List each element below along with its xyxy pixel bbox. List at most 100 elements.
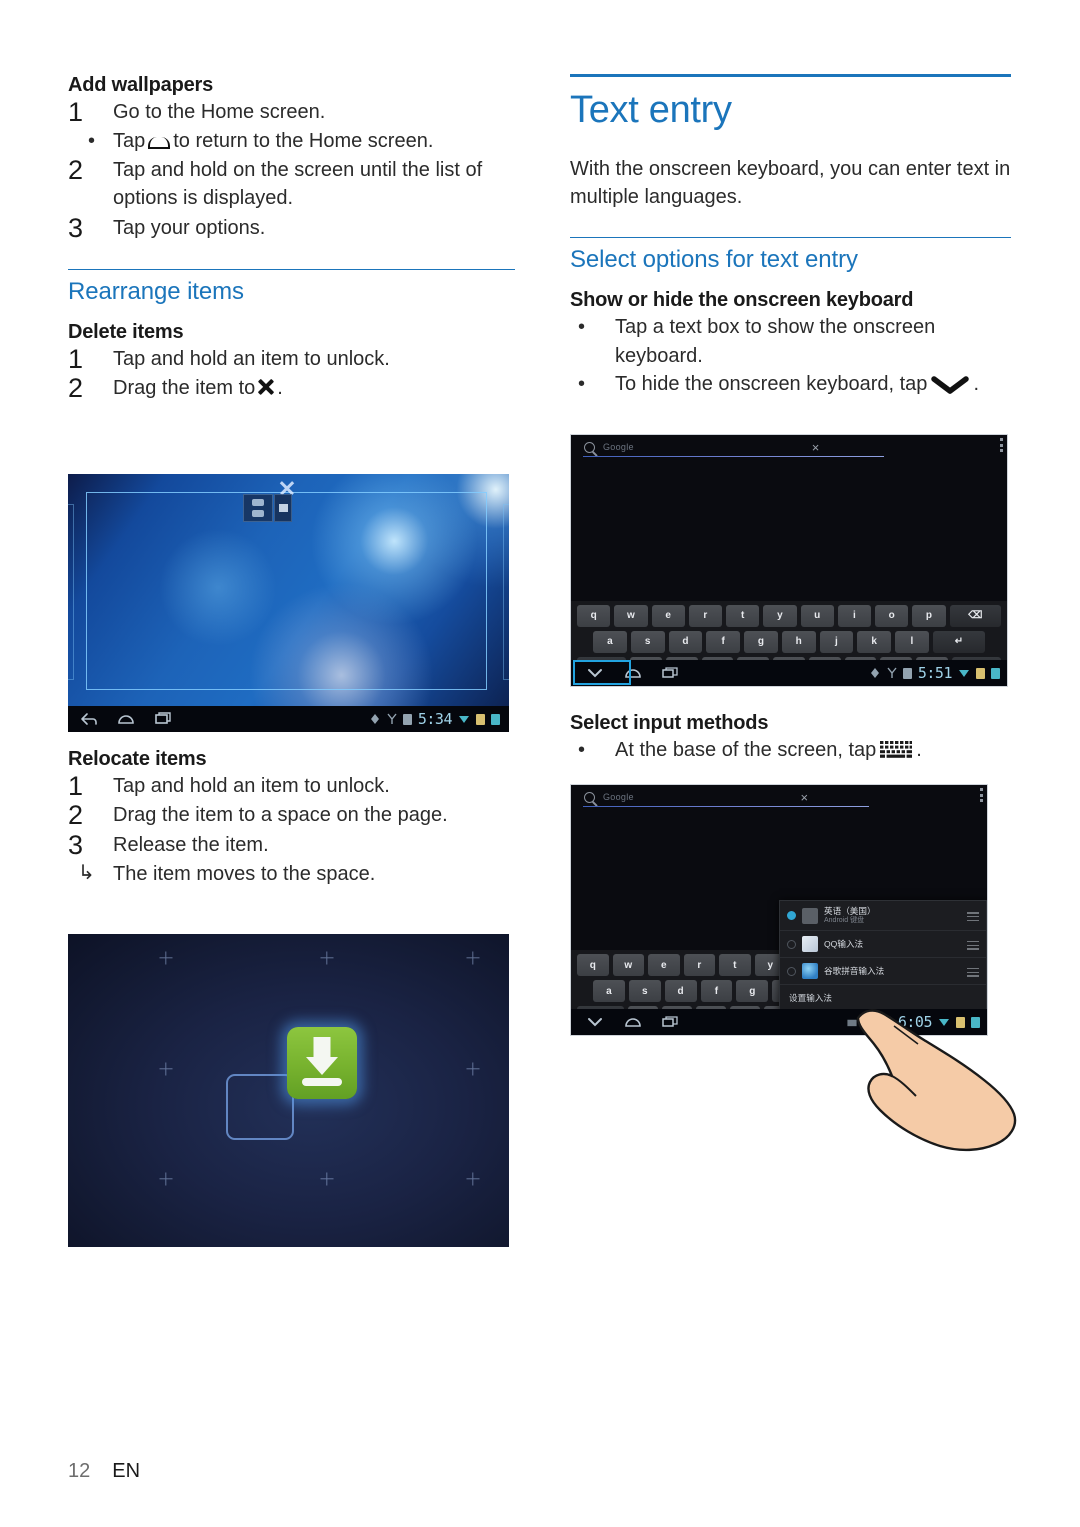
radio-selected-icon[interactable]	[787, 911, 796, 921]
overflow-menu-icon[interactable]	[980, 788, 983, 802]
grid-plus-icon	[466, 1062, 479, 1075]
sdcard-icon	[402, 713, 412, 725]
hide-keyboard-chevron-icon[interactable]	[585, 1016, 605, 1028]
key[interactable]: s	[628, 980, 661, 1002]
navbar-icons	[571, 1016, 679, 1028]
key[interactable]: r	[683, 954, 716, 976]
sub-bullet-suffix: to return to the Home screen.	[173, 130, 434, 153]
input-method-option[interactable]: QQ输入法	[780, 931, 986, 959]
step-item: 3 Release the item.	[68, 830, 515, 860]
show-hide-heading: Show or hide the onscreen keyboard	[570, 289, 914, 312]
key[interactable]: o	[875, 604, 909, 627]
key[interactable]: q	[577, 954, 609, 976]
step-item: 1 Tap and hold an item to unlock.	[68, 344, 515, 374]
home-icon[interactable]	[117, 712, 135, 726]
key[interactable]: d	[668, 630, 703, 653]
back-icon[interactable]	[80, 712, 98, 726]
qq-input-icon	[802, 936, 818, 953]
page-edge-right	[503, 504, 509, 680]
key[interactable]: e	[651, 604, 685, 627]
step-item: 1 Go to the Home screen.	[68, 97, 515, 127]
grid-plus-icon	[466, 1172, 479, 1185]
home-icon[interactable]	[624, 1016, 642, 1028]
key[interactable]: g	[744, 630, 778, 653]
key[interactable]: a	[593, 630, 627, 653]
key[interactable]: t	[719, 954, 751, 976]
input-method-option[interactable]: 英语（美国） Android 键盘	[780, 901, 986, 932]
key[interactable]: w	[614, 604, 648, 627]
settings-sliders-icon[interactable]	[967, 910, 979, 922]
radio-icon[interactable]	[787, 966, 796, 976]
key[interactable]: p	[912, 604, 946, 627]
key[interactable]: f	[706, 630, 740, 653]
key[interactable]: f	[700, 980, 733, 1002]
onscreen-keyboard[interactable]: q w e r t y u i o p ⌫ a s d f g h j k	[571, 600, 1007, 686]
arrow-base	[302, 1078, 342, 1086]
grid-plus-icon	[320, 951, 333, 964]
recents-icon[interactable]	[661, 1016, 679, 1028]
recents-icon[interactable]	[661, 667, 679, 679]
step-item: 3 Tap your options.	[68, 213, 515, 243]
step-item: 2 Drag the item to.	[68, 373, 515, 403]
bullet-text: To hide the onscreen keyboard, tap	[615, 373, 928, 396]
keyboard-row: q w e r t y u i o p ⌫	[577, 604, 1002, 627]
chapter-intro: With the onscreen keyboard, you can ente…	[570, 157, 1011, 209]
key[interactable]: h	[781, 630, 816, 653]
manual-page: Add wallpapers 1 Go to the Home screen. …	[0, 0, 1080, 1527]
key[interactable]: y	[763, 604, 797, 627]
backspace-key[interactable]: ⌫	[949, 604, 1002, 627]
option-label: 英语（美国）	[824, 906, 876, 916]
key[interactable]: r	[688, 604, 722, 627]
key[interactable]: i	[837, 604, 871, 627]
sub-bullet-prefix: Tap	[113, 130, 146, 153]
right-column: Text entry With the onscreen keyboard, y…	[570, 74, 1011, 398]
key[interactable]: u	[800, 604, 834, 627]
clear-icon[interactable]: ×	[812, 441, 823, 454]
key[interactable]: s	[630, 630, 665, 653]
key[interactable]: d	[664, 980, 697, 1002]
key[interactable]: a	[593, 980, 625, 1002]
step-number: 2	[68, 154, 84, 185]
delete-items-heading: Delete items	[68, 320, 184, 343]
recents-icon[interactable]	[154, 712, 172, 726]
step-number: 2	[68, 373, 84, 404]
add-wallpapers-sub-bullet: • Tap to return to the Home screen.	[68, 127, 515, 155]
input-method-popup[interactable]: 英语（美国） Android 键盘 QQ输入法 谷歌拼音输入法 设置输入法	[779, 900, 987, 1021]
page-footer: 12 EN	[68, 1460, 140, 1483]
arrow-head	[306, 1057, 338, 1075]
key[interactable]: e	[648, 954, 680, 976]
left-column-lower: Relocate items 1 Tap and hold an item to…	[68, 748, 515, 889]
relocate-items-steps: 1 Tap and hold an item to unlock. 2 Drag…	[68, 771, 515, 889]
page-language: EN	[112, 1460, 141, 1482]
step-number: 1	[68, 97, 84, 127]
settings-sliders-icon[interactable]	[967, 938, 979, 950]
hand-tap-illustration	[856, 1009, 1017, 1152]
page-number: 12	[68, 1460, 91, 1482]
google-search-bar[interactable]: Google ×	[581, 790, 973, 808]
enter-key[interactable]: ↵	[932, 630, 986, 653]
google-search-bar[interactable]: Google ×	[581, 440, 993, 458]
divider-chapter	[570, 74, 1011, 77]
key[interactable]: q	[577, 604, 611, 627]
key[interactable]: l	[895, 630, 929, 653]
keyboard-icon	[880, 741, 913, 758]
input-method-option[interactable]: 谷歌拼音输入法	[780, 958, 986, 986]
radio-icon[interactable]	[787, 939, 796, 949]
bullet-dot: •	[578, 316, 586, 339]
clear-icon[interactable]: ×	[801, 791, 812, 804]
key[interactable]: g	[736, 980, 769, 1002]
wifi-icon	[959, 670, 969, 677]
key[interactable]: w	[612, 954, 645, 976]
android-navbar: 5:51	[571, 660, 1007, 686]
step-number: 3	[68, 212, 84, 243]
downloads-green-icon	[287, 1027, 357, 1099]
key[interactable]: j	[819, 630, 854, 653]
relocate-items-screenshot	[68, 934, 509, 1247]
step-suffix: .	[277, 377, 283, 400]
overflow-menu-icon[interactable]	[1000, 438, 1003, 452]
chevron-down-icon	[931, 376, 970, 394]
settings-sliders-icon[interactable]	[967, 965, 979, 977]
key[interactable]: k	[857, 630, 891, 653]
key[interactable]: t	[726, 604, 760, 627]
step-text: Tap and hold an item to unlock.	[113, 347, 390, 370]
